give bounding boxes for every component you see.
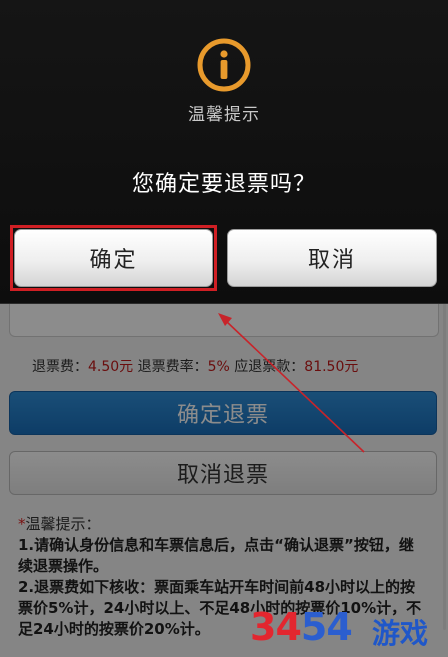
highlight-box <box>10 225 217 291</box>
dialog-title: 温馨提示 <box>188 105 260 125</box>
dialog-message: 您确定要退票吗？ <box>131 172 316 197</box>
watermark-digits: 3454 <box>250 605 353 649</box>
confirm-dialog: 温馨提示 您确定要退票吗？ 确定 取消 <box>0 0 448 304</box>
cancel-button[interactable]: 取消 <box>227 229 437 287</box>
watermark-text: 游戏 <box>372 617 429 650</box>
scrollbar[interactable] <box>443 300 446 630</box>
watermark-logo: 3454 游戏 <box>250 604 440 650</box>
info-circle-icon <box>197 38 251 92</box>
